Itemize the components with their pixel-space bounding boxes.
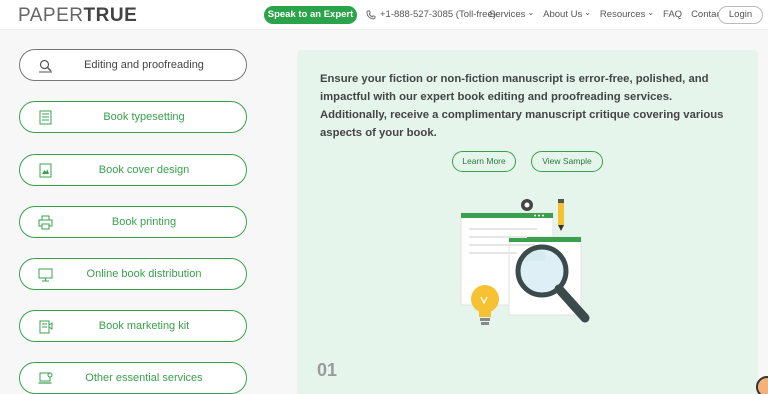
book-cover-icon bbox=[39, 163, 52, 178]
sidebar-item-online-book-distribution[interactable]: Online book distribution bbox=[19, 258, 247, 290]
step-number: 01 bbox=[317, 360, 338, 380]
nav-resources[interactable]: Resources bbox=[600, 9, 654, 20]
phone-icon bbox=[366, 10, 376, 19]
phone-number: +1-888-527-3085 (Toll-free) bbox=[380, 9, 496, 20]
service-description: Ensure your fiction or non-fiction manus… bbox=[320, 73, 724, 139]
learn-more-button[interactable]: Learn More bbox=[452, 151, 516, 172]
sidebar-item-label: Book printing bbox=[111, 216, 177, 228]
document-lines-icon bbox=[39, 110, 52, 125]
sidebar-item-book-cover-design[interactable]: Book cover design bbox=[19, 154, 247, 186]
lightbulb-icon bbox=[471, 285, 499, 325]
laptop-gear-icon bbox=[38, 372, 53, 384]
papertrue-logo[interactable]: PAPERTRUE bbox=[18, 5, 137, 27]
editing-illustration bbox=[460, 199, 590, 325]
sidebar-item-label: Book typesetting bbox=[103, 111, 185, 123]
speak-to-expert-button[interactable]: Speak to an Expert bbox=[264, 6, 357, 24]
marketing-kit-icon bbox=[39, 320, 53, 334]
sidebar-item-label: Online book distribution bbox=[86, 268, 202, 280]
sidebar-item-label: Book cover design bbox=[98, 164, 190, 176]
sidebar-item-label: Other essential services bbox=[85, 372, 203, 384]
nav-services[interactable]: Services bbox=[489, 9, 534, 20]
sidebar-item-book-marketing-kit[interactable]: Book marketing kit bbox=[19, 310, 247, 342]
main-nav: Services About Us Resources FAQ Contact … bbox=[489, 9, 738, 20]
nav-faq[interactable]: FAQ bbox=[663, 9, 682, 20]
service-detail-panel: Ensure your fiction or non-fiction manus… bbox=[297, 50, 758, 394]
sidebar-item-label: Editing and proofreading bbox=[84, 59, 204, 71]
logo-text-true: TRUE bbox=[83, 5, 138, 26]
sidebar-item-editing-proofreading[interactable]: Editing and proofreading bbox=[19, 49, 247, 81]
sidebar-item-book-typesetting[interactable]: Book typesetting bbox=[19, 101, 247, 133]
printer-icon bbox=[38, 215, 53, 230]
nav-about-us[interactable]: About Us bbox=[543, 9, 591, 20]
sidebar-item-label: Book marketing kit bbox=[98, 320, 190, 332]
sidebar-item-book-printing[interactable]: Book printing bbox=[19, 206, 247, 238]
view-sample-button[interactable]: View Sample bbox=[531, 151, 603, 172]
gear-icon bbox=[521, 199, 533, 211]
sidebar-item-other-essential-services[interactable]: Other essential services bbox=[19, 362, 247, 394]
phone-link[interactable]: +1-888-527-3085 (Toll-free) bbox=[366, 9, 496, 20]
login-button[interactable]: Login bbox=[718, 6, 763, 24]
monitor-icon bbox=[38, 268, 53, 282]
top-navigation-bar: PAPERTRUE Speak to an Expert +1-888-527-… bbox=[0, 0, 768, 30]
logo-text-paper: PAPER bbox=[18, 5, 84, 26]
chat-avatar[interactable] bbox=[756, 376, 768, 394]
magnifier-doc-icon bbox=[39, 59, 52, 73]
